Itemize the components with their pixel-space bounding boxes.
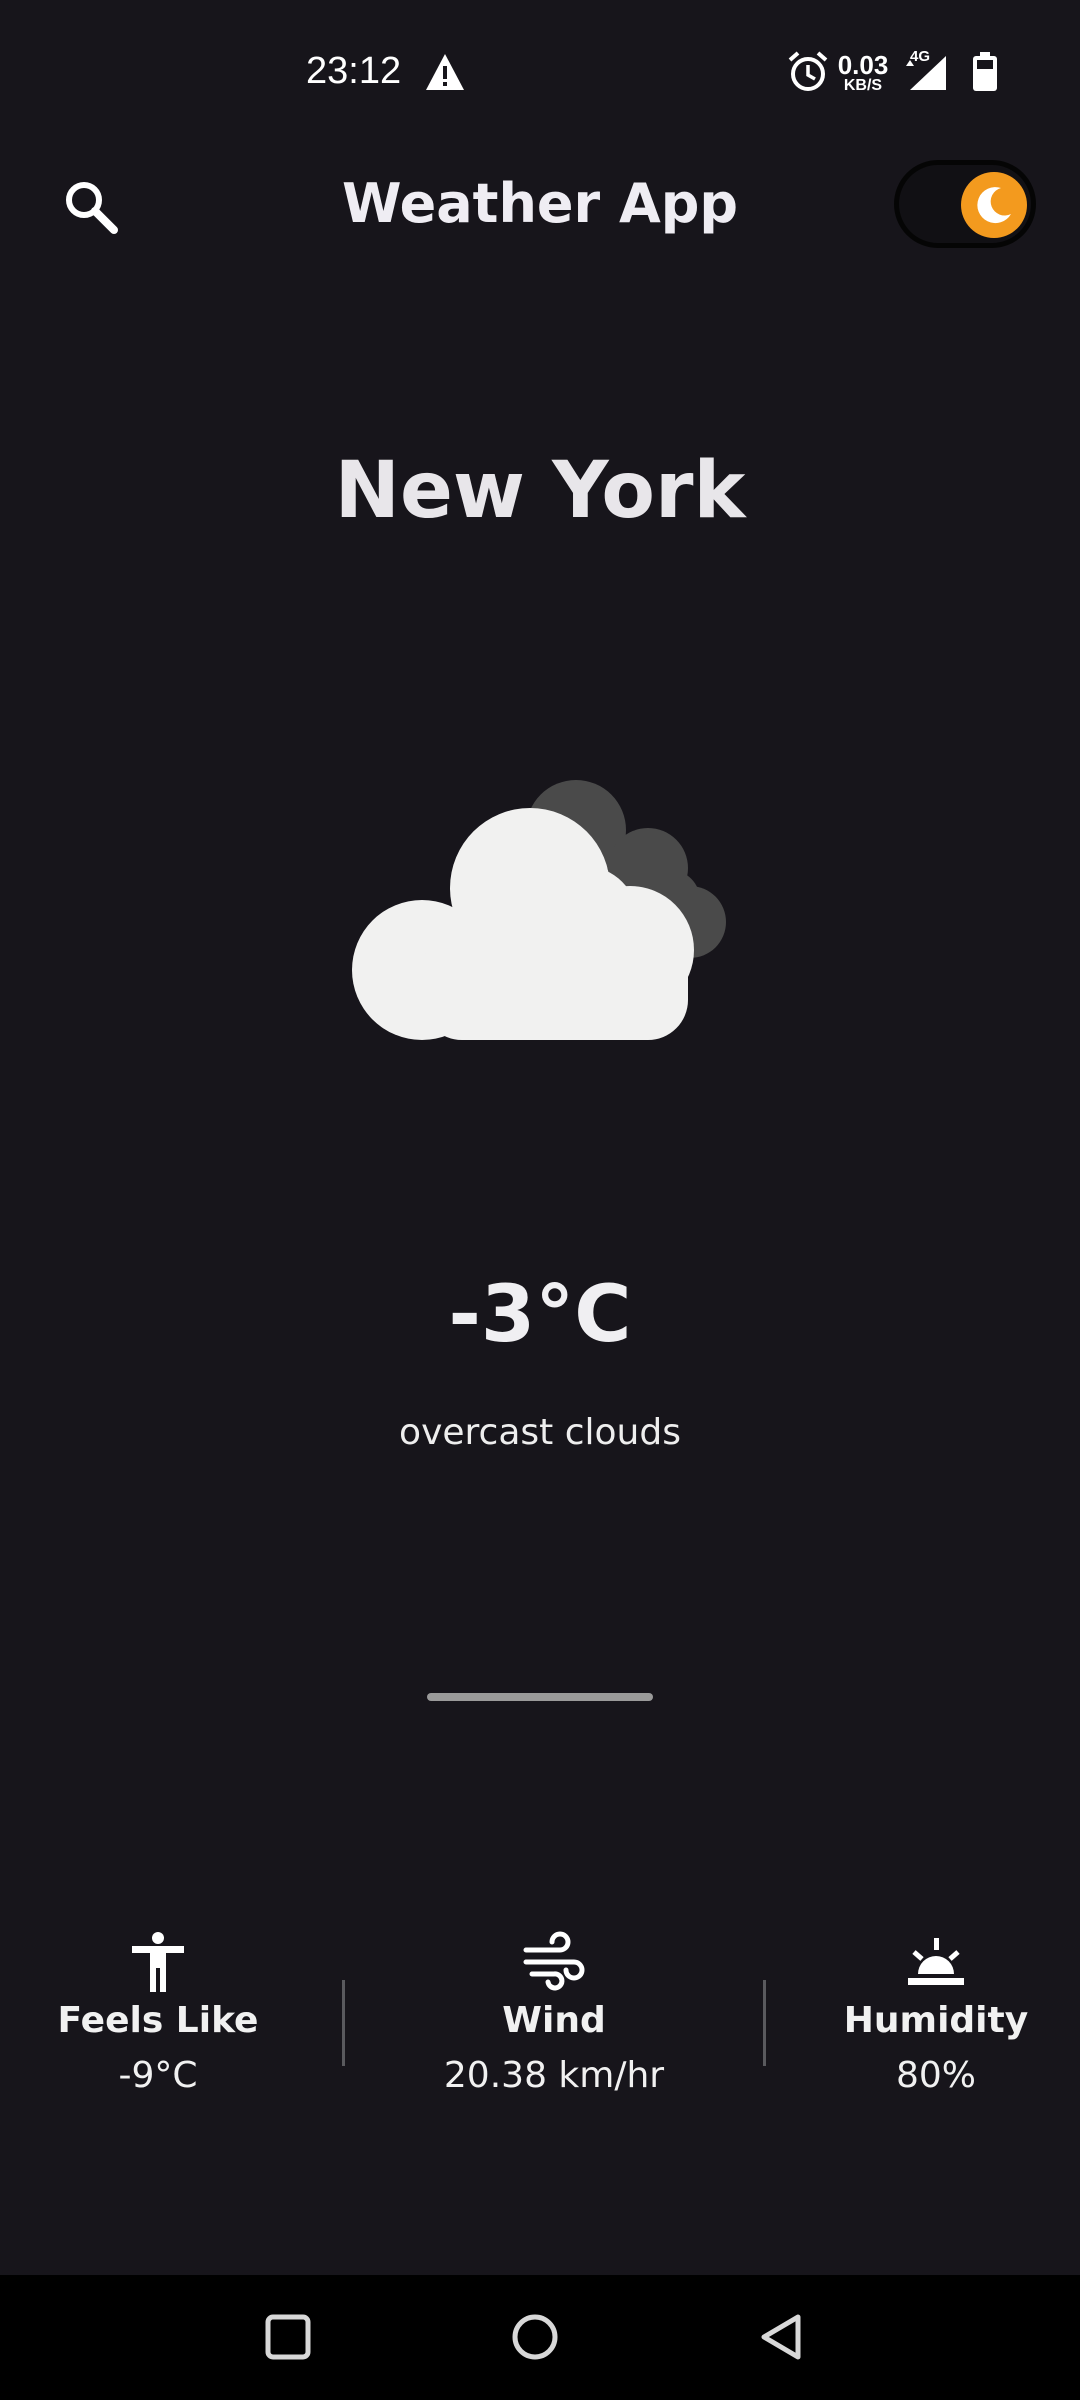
- stat-value: 80%: [895, 2055, 976, 2096]
- stat-value: 20.38 km/hr: [443, 2055, 665, 2096]
- wind-icon: [523, 1931, 585, 1991]
- back-button[interactable]: [752, 2307, 812, 2367]
- weather-description: overcast clouds: [399, 1412, 681, 1453]
- warning-icon: [426, 54, 464, 90]
- network-type: 4G: [910, 48, 931, 65]
- theme-toggle[interactable]: [894, 160, 1036, 248]
- recent-apps-button[interactable]: [258, 2307, 318, 2367]
- city-name: New York: [334, 446, 746, 536]
- divider: [342, 1980, 345, 2066]
- stat-label: Feels Like: [57, 2000, 259, 2041]
- network-speed-value: 0.03: [837, 50, 889, 80]
- navigation-bar: [0, 2275, 1080, 2400]
- theme-toggle-knob: [961, 172, 1027, 238]
- home-button[interactable]: [505, 2307, 565, 2367]
- network-speed-unit: KB/S: [843, 77, 883, 94]
- overcast-clouds-icon: [352, 780, 726, 1040]
- battery-icon: [973, 52, 997, 91]
- moon-icon: [977, 187, 1011, 224]
- temperature: -3°C: [448, 1270, 632, 1360]
- status-time: 23:12: [306, 50, 402, 92]
- sunrise-icon: [908, 1938, 964, 1985]
- stat-value: -9°C: [118, 2055, 198, 2096]
- person-icon: [132, 1932, 184, 1992]
- stat-humidity: Humidity 80%: [776, 1930, 1080, 2096]
- divider: [763, 1980, 766, 2066]
- alarm-icon: [788, 51, 828, 91]
- stat-feels-like: Feels Like -9°C: [0, 1930, 318, 2096]
- stat-wind: Wind 20.38 km/hr: [394, 1930, 714, 2096]
- network-speed: 0.03 KB/S: [836, 52, 890, 94]
- stat-label: Wind: [502, 2000, 606, 2041]
- stat-label: Humidity: [843, 2000, 1029, 2041]
- drag-handle[interactable]: [427, 1693, 653, 1701]
